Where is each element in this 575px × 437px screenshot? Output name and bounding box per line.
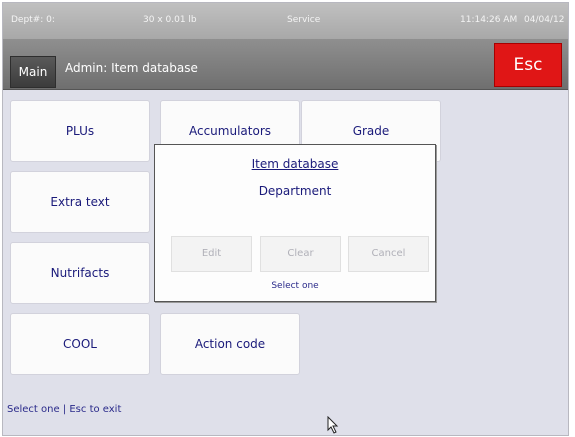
mouse-pointer-icon	[327, 416, 339, 434]
page-title: Admin: Item database	[65, 61, 198, 75]
department-readout: Dept#: 0:	[11, 15, 55, 25]
dialog-subtitle: Department	[258, 184, 332, 198]
mode-readout: Service	[287, 15, 321, 25]
time-readout: 11:14:26 AM	[460, 15, 518, 25]
edit-button[interactable]: Edit	[171, 236, 252, 272]
cancel-button[interactable]: Cancel	[348, 236, 429, 272]
extra-text-button[interactable]: Extra text	[10, 171, 150, 233]
status-bar: Dept#: 0: 30 x 0.01 lb Service 11:14:26 …	[3, 3, 568, 39]
cool-button[interactable]: COOL	[10, 313, 150, 375]
department-dialog: Item database Department Edit Clear Canc…	[154, 144, 436, 302]
action-code-button[interactable]: Action code	[160, 313, 300, 375]
date-readout: 04/04/12	[524, 15, 565, 25]
weight-readout: 30 x 0.01 lb	[143, 15, 197, 25]
dialog-title-link[interactable]: Item database	[155, 157, 435, 171]
main-button[interactable]: Main	[10, 56, 56, 88]
title-bar: Main Admin: Item database Esc	[3, 39, 568, 90]
clear-button[interactable]: Clear	[260, 236, 341, 272]
plus-button[interactable]: PLUs	[10, 100, 150, 162]
footer-hint: Select one | Esc to exit	[7, 404, 122, 415]
scale-screen: Dept#: 0: 30 x 0.01 lb Service 11:14:26 …	[2, 2, 569, 436]
esc-button[interactable]: Esc	[494, 43, 562, 87]
nutrifacts-button[interactable]: Nutrifacts	[10, 242, 150, 304]
dialog-prompt: Select one	[271, 281, 319, 291]
